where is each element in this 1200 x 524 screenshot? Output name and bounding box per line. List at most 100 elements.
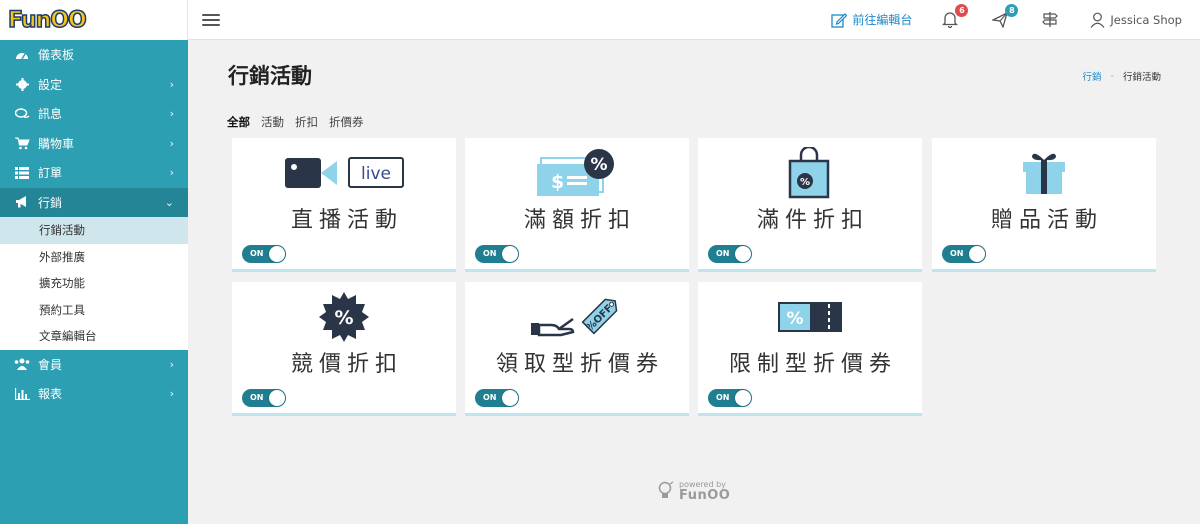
chevron-right-icon: › xyxy=(169,107,174,121)
hamburger-menu-icon[interactable] xyxy=(202,13,220,26)
ticket-percent-icon: % xyxy=(698,292,922,342)
filter-events[interactable]: 活動 xyxy=(261,114,284,130)
filter-all[interactable]: 全部 xyxy=(227,114,250,130)
cart-icon xyxy=(14,136,30,150)
logo-bar: FunOO xyxy=(0,0,188,40)
card-title: 領取型折價券 xyxy=(495,352,664,377)
shopping-bag-percent-icon: % xyxy=(698,147,922,199)
signpost-icon xyxy=(1042,12,1059,27)
sidebar-item-messages[interactable]: 訊息 › xyxy=(0,99,188,129)
logo[interactable]: FunOO xyxy=(7,7,87,34)
message-count-badge: 8 xyxy=(1005,3,1019,17)
chevron-down-icon: ⌄ xyxy=(164,195,174,209)
footer: powered by FunOO xyxy=(657,480,730,502)
submenu-item-promotion[interactable]: 外部推廣 xyxy=(0,244,188,271)
notification-count-badge: 6 xyxy=(955,3,969,17)
campaign-card-live[interactable]: live 直播活動 ON xyxy=(232,138,456,272)
toggle-knob xyxy=(735,246,751,262)
toggle-knob xyxy=(269,390,285,406)
user-name: Jessica Shop xyxy=(1110,12,1182,27)
filter-coupons[interactable]: 折價券 xyxy=(329,114,364,130)
campaign-card-gift[interactable]: 贈品活動 ON xyxy=(932,138,1156,272)
page-title: 行銷活動 xyxy=(228,64,312,88)
card-toggle[interactable]: ON xyxy=(475,389,519,407)
card-toggle[interactable]: ON xyxy=(708,389,752,407)
edit-icon xyxy=(831,12,848,28)
toggle-label: ON xyxy=(950,249,964,258)
svg-text:%: % xyxy=(334,307,353,329)
dashboard-icon xyxy=(14,48,30,62)
chevron-right-icon: › xyxy=(169,77,174,91)
submenu-item-campaigns[interactable]: 行銷活動 xyxy=(0,217,188,244)
hand-coupon-icon: %OFF xyxy=(465,292,689,342)
card-toggle[interactable]: ON xyxy=(942,245,986,263)
breadcrumb-link-marketing[interactable]: 行銷 xyxy=(1083,69,1102,83)
card-toggle[interactable]: ON xyxy=(708,245,752,263)
toggle-label: ON xyxy=(250,393,264,402)
campaign-card-claim-coupon[interactable]: %OFF 領取型折價券 ON xyxy=(465,282,689,416)
toggle-knob xyxy=(735,390,751,406)
toggle-knob xyxy=(502,390,518,406)
sidebar-item-label: 購物車 xyxy=(38,136,75,151)
go-to-editor-link[interactable]: 前往編輯台 xyxy=(831,11,912,28)
users-icon xyxy=(14,357,30,371)
card-title: 滿額折扣 xyxy=(523,208,636,233)
sidebar: FunOO 儀表板 設定 › 訊息 › 購物車 › 訂單 › 行銷 ⌄ 行銷活動… xyxy=(0,0,188,524)
bar-chart-icon xyxy=(14,387,30,401)
gift-icon xyxy=(932,148,1156,198)
sidebar-item-label: 報表 xyxy=(38,387,63,402)
svg-text:$: $ xyxy=(551,171,564,193)
breadcrumb-current: 行銷活動 xyxy=(1122,72,1161,83)
submenu-item-articles[interactable]: 文章編輯台 xyxy=(0,323,188,350)
signpost-button[interactable] xyxy=(1040,10,1060,30)
card-title: 滿件折扣 xyxy=(756,208,869,233)
toggle-knob xyxy=(969,246,985,262)
sidebar-item-cart[interactable]: 購物車 › xyxy=(0,129,188,159)
card-title: 競價折扣 xyxy=(290,352,403,377)
user-menu[interactable]: Jessica Shop xyxy=(1090,12,1182,28)
sidebar-item-label: 訂單 xyxy=(38,166,63,181)
megaphone-icon xyxy=(14,195,30,209)
campaign-card-spend-discount[interactable]: $ % 滿額折扣 ON xyxy=(465,138,689,272)
chevron-right-icon: › xyxy=(169,136,174,150)
breadcrumb: 行銷 - 行銷活動 xyxy=(1083,69,1161,84)
filter-discounts[interactable]: 折扣 xyxy=(295,114,318,130)
messages-button[interactable]: 8 xyxy=(990,3,1019,30)
toggle-knob xyxy=(502,246,518,262)
chevron-right-icon: › xyxy=(169,357,174,371)
sidebar-item-dashboard[interactable]: 儀表板 xyxy=(0,40,188,70)
chevron-right-icon: › xyxy=(169,387,174,401)
topbar-actions: 前往編輯台 6 8 Jessica Shop xyxy=(831,0,1200,40)
breadcrumb-separator: - xyxy=(1110,70,1114,82)
sidebar-item-label: 行銷 xyxy=(38,195,63,210)
submenu-item-extensions[interactable]: 擴充功能 xyxy=(0,270,188,297)
sidebar-item-marketing[interactable]: 行銷 ⌄ xyxy=(0,187,188,217)
toggle-label: ON xyxy=(483,393,497,402)
card-title: 直播活動 xyxy=(290,208,403,233)
card-toggle[interactable]: ON xyxy=(242,389,286,407)
campaign-card-bidding-discount[interactable]: % 競價折扣 ON xyxy=(232,282,456,416)
sidebar-item-members[interactable]: 會員 › xyxy=(0,350,188,380)
card-title: 贈品活動 xyxy=(990,208,1103,233)
sidebar-item-settings[interactable]: 設定 › xyxy=(0,70,188,100)
filter-tabs: 全部 活動 折扣 折價券 xyxy=(227,114,375,130)
campaign-card-quantity-discount[interactable]: % 滿件折扣 ON xyxy=(698,138,922,272)
sidebar-item-orders[interactable]: 訂單 › xyxy=(0,158,188,188)
footer-brand[interactable]: FunOO xyxy=(679,489,730,502)
gear-icon xyxy=(14,77,30,91)
sidebar-item-label: 設定 xyxy=(38,77,63,92)
card-toggle[interactable]: ON xyxy=(242,245,286,263)
toggle-knob xyxy=(269,246,285,262)
submenu-item-booking[interactable]: 預約工具 xyxy=(0,297,188,324)
toggle-label: ON xyxy=(483,249,497,258)
chevron-right-icon: › xyxy=(169,166,174,180)
sidebar-item-label: 訊息 xyxy=(38,107,63,122)
card-toggle[interactable]: ON xyxy=(475,245,519,263)
notifications-button[interactable]: 6 xyxy=(940,3,969,30)
live-camera-icon: live xyxy=(232,148,456,198)
campaign-card-restricted-coupon[interactable]: % 限制型折價券 ON xyxy=(698,282,922,416)
sidebar-item-reports[interactable]: 報表 › xyxy=(0,379,188,409)
percent-badge-icon: % xyxy=(232,292,456,342)
money-percent-icon: $ % xyxy=(465,148,689,198)
sidebar-item-label: 儀表板 xyxy=(38,48,75,63)
